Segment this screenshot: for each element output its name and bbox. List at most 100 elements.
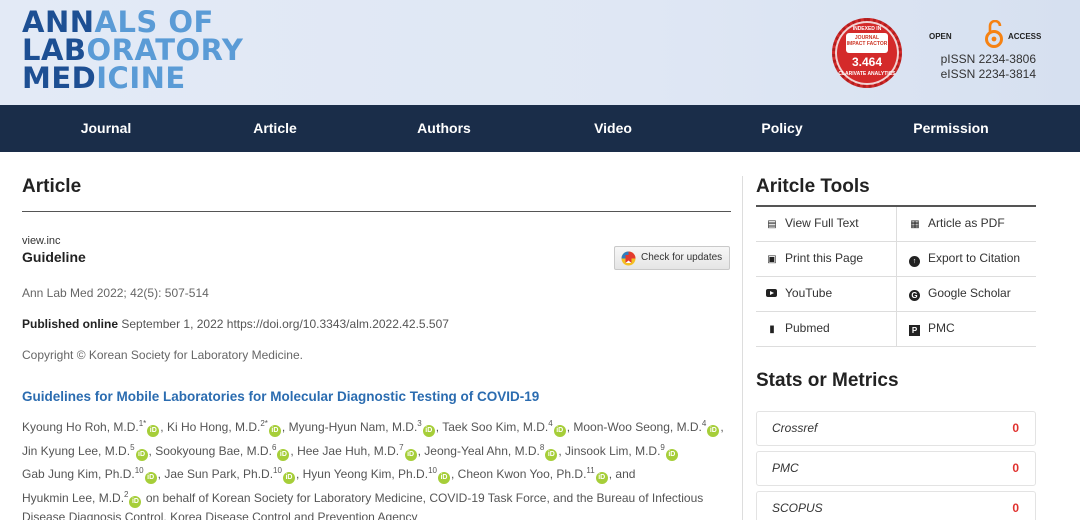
author-separator: , [157,467,161,481]
author-name[interactable]: Moon-Woo Seong, M.D. [573,420,702,434]
section-title: Article [22,176,82,197]
nav-policy[interactable]: Policy [712,105,852,152]
badge-top-text: INDEXED IN [852,26,882,32]
author-affiliation: 8 [539,442,545,452]
author-separator: , [566,420,571,434]
check-for-updates-button[interactable]: Check for updates [614,246,730,270]
author-separator: , [290,443,294,458]
stat-name: SCOPUS [772,501,823,515]
tool-label: PMC [928,321,955,335]
nav-permission[interactable]: Permission [881,105,1021,152]
tool-article-as-pdf[interactable]: ▦ Article as PDF [896,207,1036,242]
article-tools-title: Aritcle Tools [756,176,870,197]
print-icon: ▣ [767,254,777,265]
author-name[interactable]: Jin Kyung Lee, M.D. [22,444,130,458]
header-banner: ANNALS OF LABORATORY MEDICINE INDEXED IN… [0,0,1080,105]
nav-authors[interactable]: Authors [374,105,514,152]
orcid-icon[interactable]: iD [144,472,157,484]
youtube-icon [766,289,777,297]
author-name[interactable]: Taek Soo Kim, M.D. [442,420,548,434]
stat-value: 0 [1012,421,1019,435]
stat-value: 0 [1012,461,1019,475]
article-title[interactable]: Guidelines for Mobile Laboratories for M… [22,389,539,404]
author-separator: , [281,420,286,434]
orcid-icon[interactable]: iD [595,472,608,484]
tool-youtube[interactable]: YouTube [756,277,896,312]
check-updates-icon [621,251,636,266]
author-entry: Jinsook Lim, M.D.9iD [565,443,679,461]
orcid-icon[interactable]: iD [422,425,435,437]
view-inc-label: view.inc [22,235,61,247]
published-online: Published online September 1, 2022 https… [22,317,449,331]
tool-export-citation[interactable]: ↑ Export to Citation [896,242,1036,277]
author-affiliation: 2* [260,419,268,428]
orcid-icon[interactable]: iD [553,425,566,437]
nav-article[interactable]: Article [205,105,345,152]
orcid-icon[interactable]: iD [404,448,417,461]
logo-line-3: MEDICINE [22,61,186,95]
logo-line-2: LABORATORY [22,33,244,67]
author-name[interactable]: Gab Jung Kim, Ph.D. [22,467,135,481]
tool-pmc[interactable]: P PMC [896,312,1036,347]
tool-label: Google Scholar [928,286,1011,300]
orcid-icon[interactable]: iD [665,448,678,461]
author-name[interactable]: Hyun Yeong Kim, Ph.D. [303,467,428,481]
stat-scopus[interactable]: SCOPUS 0 [756,491,1036,520]
stat-crossref[interactable]: Crossref 0 [756,411,1036,446]
published-text[interactable]: September 1, 2022 https://doi.org/10.334… [121,317,449,331]
orcid-icon[interactable]: iD [277,448,290,461]
orcid-icon[interactable]: iD [707,425,720,437]
journal-logo[interactable]: ANNALS OF LABORATORY MEDICINE [22,8,244,95]
tool-google-scholar[interactable]: G Google Scholar [896,277,1036,312]
author-name[interactable]: Jeong-Yeal Ahn, M.D. [424,444,540,458]
tool-label: Export to Citation [928,251,1021,265]
nav-video[interactable]: Video [543,105,683,152]
author-affiliation: 3 [417,419,422,428]
badge-value: 3.464 [851,55,883,69]
author-entry: Jeong-Yeal Ahn, M.D.8iD, [424,442,562,461]
access-word: ACCESS [1008,32,1042,41]
nav-journal[interactable]: Journal [36,105,176,152]
author-separator: , [450,467,455,481]
author-separator: , [160,420,164,434]
author-separator: , [720,420,724,434]
author-name[interactable]: Hee Jae Huh, M.D. [297,444,399,458]
orcid-icon[interactable]: iD [545,448,558,461]
orcid-icon[interactable]: iD [129,495,142,508]
author-name[interactable]: Myung-Hyun Nam, M.D. [289,420,418,434]
author-affiliation: 1* [138,419,147,428]
author-name[interactable]: Ki Ho Hong, M.D. [167,420,260,434]
author-affiliation: 10 [273,466,282,475]
author-name[interactable]: Kyoung Ho Roh, M.D. [22,420,139,434]
stat-value: 0 [1012,501,1019,515]
orcid-icon[interactable]: iD [147,425,160,437]
author-entry: Moon-Woo Seong, M.D.4iD, [573,419,724,437]
stat-pmc[interactable]: PMC 0 [756,451,1036,486]
badge-bottom-text: CLARIVATE ANALYTICS [838,71,896,77]
orcid-icon[interactable]: iD [282,472,295,484]
author-name[interactable]: Jae Sun Park, Ph.D. [164,467,273,481]
author-entry: Cheon Kwon Yoo, Ph.D.11iD, and [458,466,635,484]
author-name[interactable]: Cheon Kwon Yoo, Ph.D. [458,467,587,481]
section-divider [22,211,731,212]
tool-print-page[interactable]: ▣ Print this Page [756,242,896,277]
author-affiliation: 4 [548,419,553,428]
orcid-icon[interactable]: iD [268,425,281,437]
author-entry: Sookyoung Bae, M.D.6iD, [155,443,294,461]
tool-view-full-text[interactable]: ▤ View Full Text [756,207,896,242]
orcid-icon[interactable]: iD [437,472,450,484]
tool-pubmed[interactable]: ▮ Pubmed [756,312,896,347]
orcid-icon[interactable]: iD [135,448,148,461]
author-affiliation: 10 [428,466,437,475]
tool-label: View Full Text [785,216,859,230]
author-entry: Myung-Hyun Nam, M.D.3iD, [289,419,439,437]
document-icon: ▤ [767,219,777,230]
open-access-lock-icon [985,20,1003,48]
google-icon: G [909,290,920,301]
author-name[interactable]: Sookyoung Bae, M.D. [155,444,272,458]
author-name[interactable]: Hyukmin Lee, M.D. [22,491,124,505]
author-affiliation: 11 [586,466,595,475]
tool-label: Article as PDF [928,216,1005,230]
author-affiliation: 2 [124,489,129,499]
author-name[interactable]: Jinsook Lim, M.D. [565,444,660,458]
